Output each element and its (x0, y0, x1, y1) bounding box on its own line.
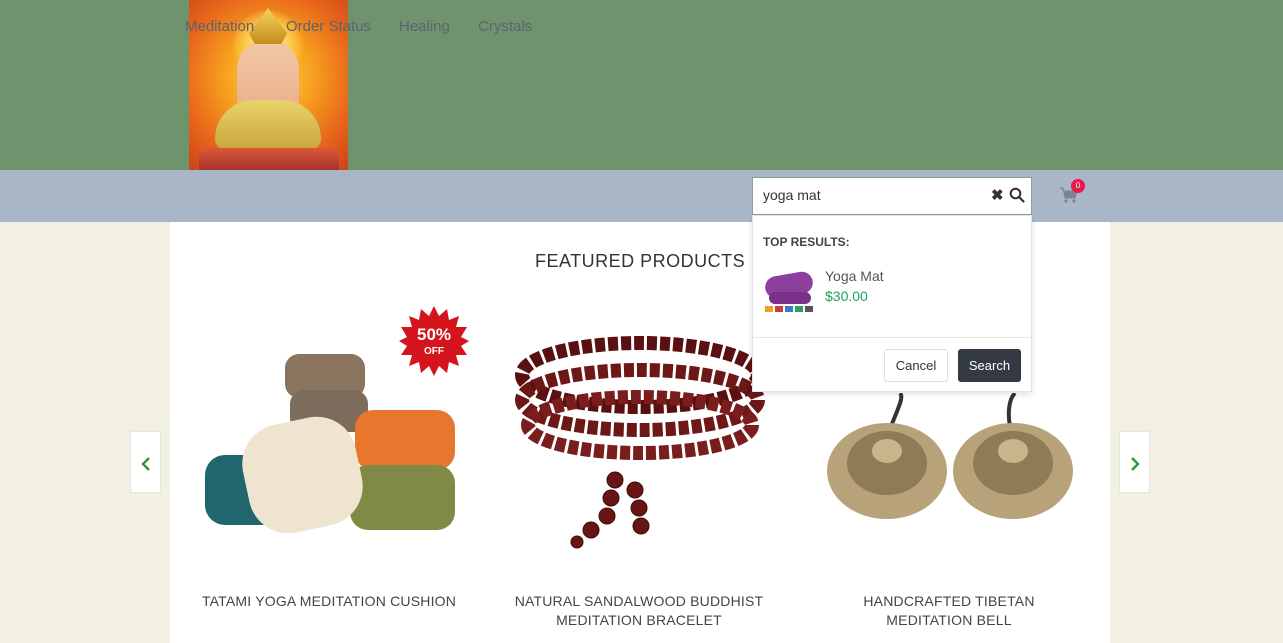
chevron-right-icon (1131, 457, 1140, 471)
product-name-cushion[interactable]: TATAMI YOGA MEDITATION CUSHION (199, 592, 459, 611)
nav-item-healing[interactable]: Healing (399, 18, 450, 35)
cart-count-badge: 0 (1071, 179, 1085, 193)
nav-item-order-status[interactable]: Order Status (286, 18, 371, 35)
cancel-button[interactable]: Cancel (884, 349, 948, 382)
product-image-cushion[interactable] (200, 350, 460, 541)
carousel-next-button[interactable] (1119, 431, 1150, 493)
product-image-bracelet[interactable] (515, 330, 767, 560)
carousel-prev-button[interactable] (130, 431, 161, 493)
product-name-bell[interactable]: HANDCRAFTED TIBETAN MEDITATION BELL (819, 592, 1079, 630)
sale-badge: 50% OFF (399, 306, 469, 376)
search-field: ✖ (752, 177, 1032, 215)
section-title: FEATURED PRODUCTS (535, 251, 746, 271)
sale-badge-off: OFF (424, 346, 444, 357)
nav-item-meditation[interactable]: Meditation (185, 18, 254, 35)
product-image-bells[interactable] (825, 393, 1077, 523)
result-price: $30.00 (825, 288, 868, 304)
nav-item-crystals[interactable]: Crystals (478, 18, 532, 35)
top-results-heading: TOP RESULTS: (763, 235, 850, 249)
close-icon[interactable]: ✖ (991, 186, 1004, 204)
chevron-left-icon (141, 457, 150, 471)
main-navbar (0, 170, 1283, 222)
product-name-bracelet[interactable]: NATURAL SANDALWOOD BUDDHIST MEDITATION B… (509, 592, 769, 630)
search-results-dropdown: TOP RESULTS: Yoga Mat $30.00 Cancel Sear… (752, 215, 1032, 392)
sale-badge-percent: 50% (417, 325, 451, 344)
dropdown-divider (753, 337, 1031, 338)
search-input[interactable] (763, 187, 983, 203)
result-name[interactable]: Yoga Mat (825, 268, 884, 284)
yoga-mat-thumbnail[interactable] (763, 266, 817, 318)
search-button[interactable]: Search (958, 349, 1021, 382)
search-icon[interactable] (1009, 187, 1025, 203)
